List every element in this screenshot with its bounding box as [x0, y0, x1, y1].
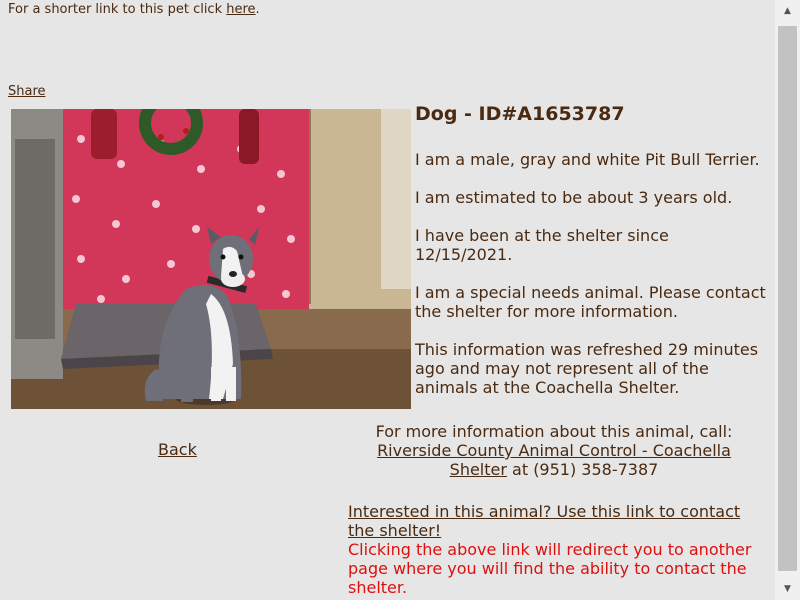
- refresh-note: This information was refreshed 29 minute…: [415, 340, 759, 397]
- page: For a shorter link to this pet click her…: [0, 0, 800, 600]
- pet-info: I am a male, gray and white Pit Bull Ter…: [415, 150, 770, 416]
- contact-intro: For more information about this animal, …: [375, 422, 733, 441]
- page-title: Dog - ID#A1653787: [415, 103, 625, 125]
- back-link[interactable]: Back: [158, 440, 197, 459]
- pet-description: I am a male, gray and white Pit Bull Ter…: [415, 150, 760, 169]
- pet-special-needs: I am a special needs animal. Please cont…: [415, 283, 766, 321]
- scroll-thumb[interactable]: [778, 26, 797, 571]
- share-link[interactable]: Share: [8, 84, 46, 99]
- shelter-phone: at (951) 358-7387: [506, 460, 659, 479]
- pet-intake-date: I have been at the shelter since 12/15/2…: [415, 226, 669, 264]
- shortlink-line: For a shorter link to this pet click her…: [8, 2, 260, 17]
- shortlink-prefix: For a shorter link to this pet click: [8, 2, 227, 17]
- scroll-up-icon[interactable]: ▲: [775, 0, 800, 22]
- shortlink-suffix: .: [255, 2, 260, 17]
- scroll-down-icon[interactable]: ▼: [775, 578, 800, 600]
- contact-info: For more information about this animal, …: [348, 422, 760, 479]
- shortlink-here-link[interactable]: here: [226, 2, 255, 17]
- vertical-scrollbar[interactable]: ▲ ▼: [775, 0, 800, 600]
- pet-photo: [11, 109, 411, 409]
- pet-photo-illustration: [11, 109, 411, 409]
- redirect-warning: Clicking the above link will redirect yo…: [348, 540, 752, 597]
- contact-shelter-link[interactable]: Interested in this animal? Use this link…: [348, 502, 758, 540]
- pet-age: I am estimated to be about 3 years old.: [415, 188, 733, 207]
